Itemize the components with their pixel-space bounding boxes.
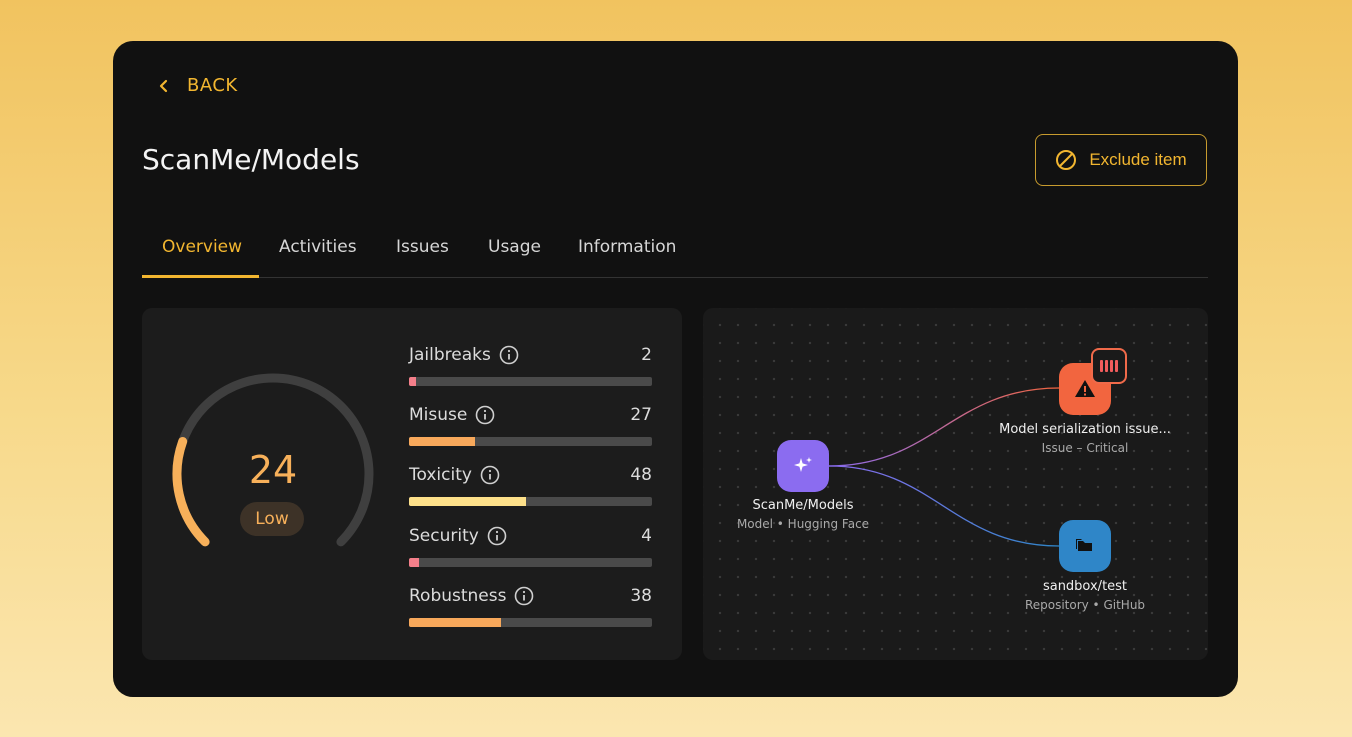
exclude-item-button[interactable]: Exclude item bbox=[1035, 134, 1207, 186]
tab-information[interactable]: Information bbox=[578, 237, 676, 257]
repo-node-title: sandbox/test bbox=[1042, 579, 1128, 594]
chevron-left-icon bbox=[159, 79, 168, 92]
metric-bar bbox=[409, 437, 652, 446]
metric-value: 4 bbox=[641, 526, 652, 546]
metric-toxicity: Toxicity 48 bbox=[409, 463, 652, 507]
risk-overview-panel: 24 Low Jailbreaks 2 Misuse 27 Toxicity 4… bbox=[142, 308, 682, 660]
metric-bar-fill bbox=[409, 437, 475, 446]
metric-misuse: Misuse 27 bbox=[409, 403, 652, 447]
tab-usage[interactable]: Usage bbox=[488, 237, 541, 257]
metric-value: 2 bbox=[641, 345, 652, 365]
main-window: BACK ScanMe/Models Exclude item Overview… bbox=[113, 41, 1238, 697]
source-node-title: ScanMe/Models bbox=[752, 498, 854, 513]
risk-score: 24 bbox=[248, 448, 298, 492]
tab-overview[interactable]: Overview bbox=[162, 237, 242, 257]
source-node[interactable] bbox=[777, 440, 829, 492]
tab-activities[interactable]: Activities bbox=[279, 237, 357, 257]
folder-icon bbox=[1076, 539, 1092, 551]
repo-node-subtitle: Repository • GitHub bbox=[1024, 598, 1146, 612]
metric-bar-fill bbox=[409, 618, 502, 627]
metric-security: Security 4 bbox=[409, 524, 652, 568]
metric-bar bbox=[409, 618, 652, 627]
metric-value: 48 bbox=[630, 465, 652, 485]
issue-node-label: Model serialization issue... Issue – Cri… bbox=[985, 422, 1185, 455]
metric-value: 38 bbox=[630, 586, 652, 606]
metric-name: Toxicity bbox=[409, 465, 472, 485]
source-node-label: ScanMe/Models Model • Hugging Face bbox=[703, 498, 903, 531]
metric-bar-fill bbox=[409, 497, 526, 506]
tab-bar: Overview Activities Issues Usage Informa… bbox=[142, 225, 1208, 278]
info-icon[interactable] bbox=[475, 405, 495, 425]
metric-name: Jailbreaks bbox=[409, 345, 491, 365]
info-icon[interactable] bbox=[499, 345, 519, 365]
source-node-subtitle: Model • Hugging Face bbox=[736, 517, 870, 531]
info-icon[interactable] bbox=[480, 465, 500, 485]
tab-issues[interactable]: Issues bbox=[396, 237, 449, 257]
issue-node-subtitle: Issue – Critical bbox=[1041, 441, 1129, 455]
repo-node[interactable] bbox=[1059, 520, 1111, 572]
metric-bar bbox=[409, 497, 652, 506]
sparkle-icon bbox=[794, 457, 812, 472]
metric-robustness: Robustness 38 bbox=[409, 584, 652, 628]
metric-bar bbox=[409, 377, 652, 386]
issue-node-title: Model serialization issue... bbox=[999, 422, 1171, 437]
metric-bar-fill bbox=[409, 377, 417, 386]
repo-node-label: sandbox/test Repository • GitHub bbox=[985, 579, 1185, 612]
block-icon bbox=[1056, 150, 1077, 170]
back-label: BACK bbox=[187, 75, 238, 96]
exclude-item-label: Exclude item bbox=[1089, 150, 1187, 169]
info-icon[interactable] bbox=[487, 526, 507, 546]
risk-level-badge: Low bbox=[240, 502, 304, 536]
relationship-graph-panel: ScanMe/Models Model • Hugging Face Model… bbox=[703, 308, 1208, 660]
metric-bar-fill bbox=[409, 558, 419, 567]
page-title: ScanMe/Models bbox=[142, 143, 360, 176]
metric-jailbreaks: Jailbreaks 2 bbox=[409, 343, 652, 387]
info-icon[interactable] bbox=[514, 586, 534, 606]
metric-name: Robustness bbox=[409, 586, 507, 606]
critical-severity-badge bbox=[1091, 348, 1127, 384]
back-button[interactable]: BACK bbox=[157, 75, 238, 96]
metric-name: Misuse bbox=[409, 405, 468, 425]
risk-gauge: 24 Low bbox=[160, 370, 386, 578]
active-tab-indicator bbox=[142, 275, 259, 278]
metric-bar bbox=[409, 558, 652, 567]
metric-value: 27 bbox=[630, 405, 652, 425]
metric-name: Security bbox=[409, 526, 479, 546]
